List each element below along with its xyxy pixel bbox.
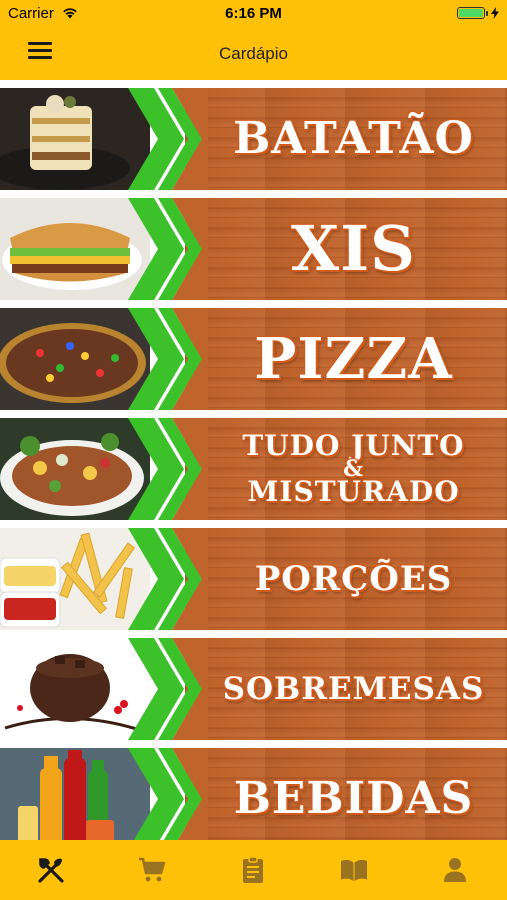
charging-bolt-icon [491,7,499,19]
menu-category-item[interactable]: PIZZA [0,308,507,410]
category-label-line: SOBREMESAS [222,670,485,707]
category-label-line: MISTURADO [247,475,460,508]
menu-category-item[interactable]: PORÇÕES [0,528,507,630]
status-bar: Carrier 6:16 PM [0,0,507,28]
category-label-line: BATATÃO [233,113,474,164]
menu-category-item[interactable]: BATATÃO [0,88,507,190]
category-label: PIZZA [200,308,507,410]
chevron-right-icon [128,638,208,740]
tab-catalog[interactable] [338,854,370,886]
category-label: TUDO JUNTO & MISTURADO [200,418,507,520]
book-icon [341,859,367,881]
chevron-right-icon [128,88,208,190]
category-label-line: PORÇÕES [254,559,453,599]
page-title: Cardápio [219,44,288,63]
category-label: BATATÃO [200,88,507,190]
menu-category-item[interactable]: SOBREMESAS [0,638,507,740]
category-label-line: PIZZA [254,326,453,392]
chevron-right-icon [128,308,208,410]
clipboard-icon [243,856,263,883]
chevron-right-icon [128,748,208,850]
tab-menu[interactable] [35,854,67,886]
menu-category-item[interactable]: TUDO JUNTO & MISTURADO [0,418,507,520]
category-label: SOBREMESAS [200,638,507,740]
tab-profile[interactable] [439,854,471,886]
chevron-right-icon [128,198,208,300]
menu-category-list: BATATÃO XIS PIZZA TUDO JUNTO & MISTURADO PORÇÕ… [0,80,507,850]
category-label: XIS [200,198,507,300]
chevron-right-icon [128,528,208,630]
battery-icon [457,7,499,19]
menu-category-item[interactable]: XIS [0,198,507,300]
category-label: BEBIDAS [200,748,507,850]
category-label-line: BEBIDAS [233,773,474,824]
clock: 6:16 PM [225,5,282,22]
category-label-line: XIS [291,212,416,285]
user-icon [444,858,466,882]
chevron-right-icon [128,418,208,520]
top-navbar: Cardápio [0,28,507,80]
tab-cart[interactable] [136,854,168,886]
menu-category-item[interactable]: BEBIDAS [0,748,507,850]
bottom-tab-bar [0,840,507,900]
category-label: PORÇÕES [200,528,507,630]
tab-orders[interactable] [237,854,269,886]
fork-knife-icon [38,858,64,883]
cart-icon [139,857,166,882]
